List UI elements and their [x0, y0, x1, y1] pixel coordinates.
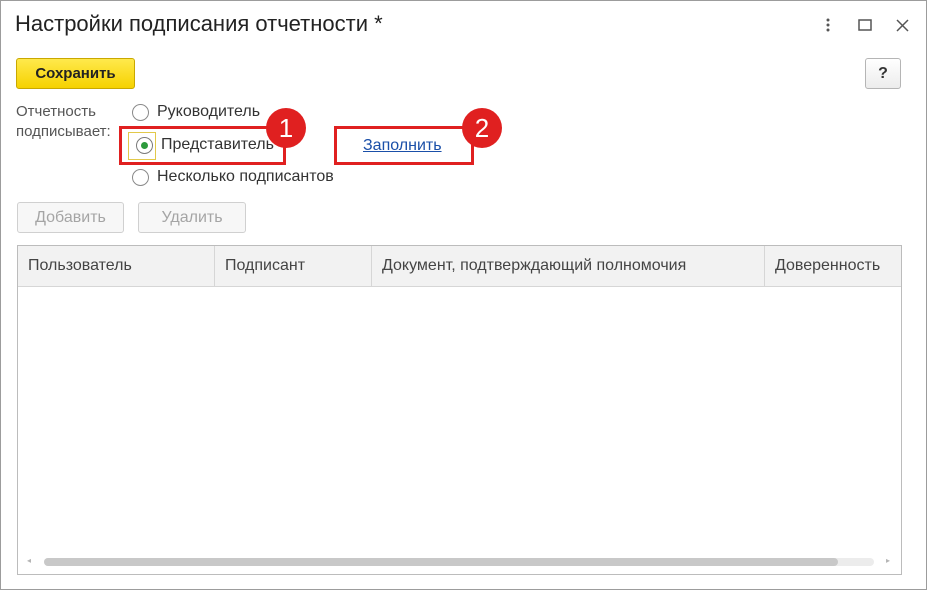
column-header-signer[interactable]: Подписант: [215, 246, 372, 286]
signers-table: Пользователь Подписант Документ, подтвер…: [17, 245, 902, 575]
scrollbar-thumb[interactable]: [44, 558, 838, 566]
callout-badge-1: 1: [266, 108, 306, 148]
settings-dialog: Настройки подписания отчетности * Сохран…: [0, 0, 927, 590]
delete-button[interactable]: Удалить: [138, 202, 246, 233]
close-icon[interactable]: [890, 13, 914, 37]
callout-badge-2: 2: [462, 108, 502, 148]
add-button[interactable]: Добавить: [17, 202, 124, 233]
column-header-user[interactable]: Пользователь: [18, 246, 215, 286]
radio-multiple-signers[interactable]: Несколько подписантов: [132, 166, 334, 188]
maximize-icon[interactable]: [853, 13, 877, 37]
signer-label-line2: подписывает:: [16, 123, 111, 140]
callout-frame-1: [119, 126, 286, 165]
scroll-left-icon[interactable]: ◂: [27, 556, 31, 565]
radio-button[interactable]: [132, 168, 149, 186]
table-header: Пользователь Подписант Документ, подтвер…: [18, 246, 901, 287]
help-button[interactable]: ?: [865, 58, 901, 89]
scroll-right-icon[interactable]: ▸: [886, 556, 890, 565]
more-icon[interactable]: [816, 13, 840, 37]
radio-label-director: Руководитель: [157, 103, 261, 120]
save-button[interactable]: Сохранить: [16, 58, 135, 89]
radio-director[interactable]: Руководитель: [132, 101, 260, 123]
radio-label-multiple: Несколько подписантов: [157, 168, 334, 185]
horizontal-scrollbar[interactable]: ◂ ▸: [18, 548, 901, 574]
column-header-authority-document[interactable]: Документ, подтверждающий полномочия: [372, 246, 765, 286]
signer-label-line1: Отчетность: [16, 103, 96, 120]
radio-button[interactable]: [132, 103, 149, 121]
column-header-power-of-attorney[interactable]: Доверенность: [765, 246, 901, 286]
callout-frame-2: [334, 126, 474, 165]
dialog-title: Настройки подписания отчетности *: [15, 11, 383, 36]
